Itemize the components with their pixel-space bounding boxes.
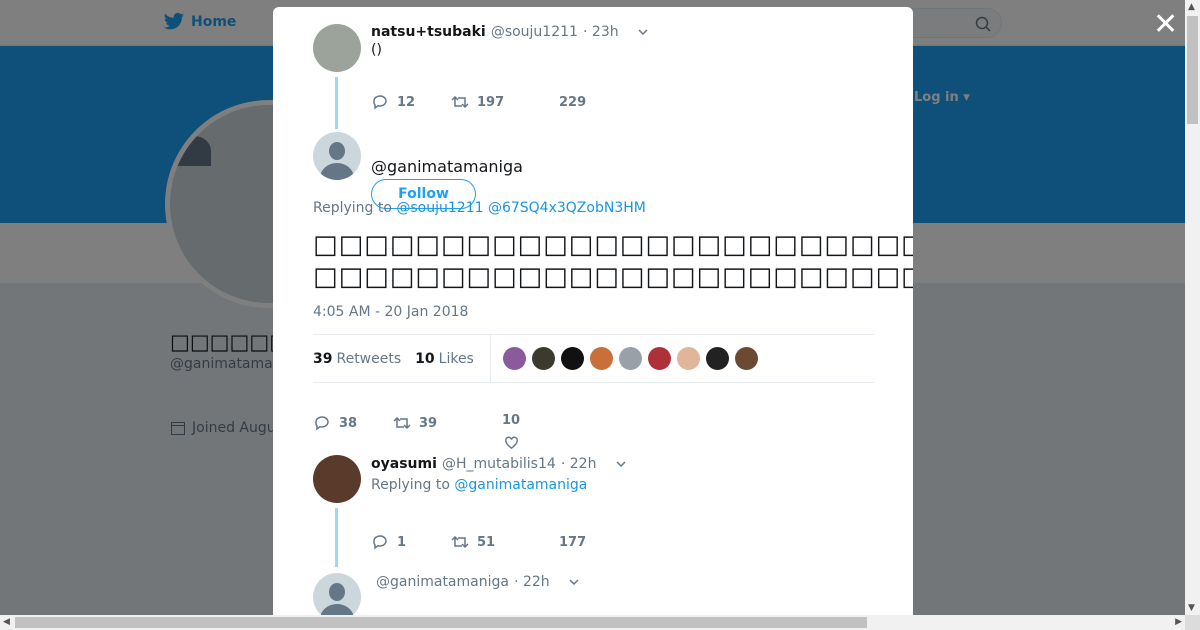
chevron-down-icon[interactable] xyxy=(569,577,579,587)
retweet-stat[interactable]: 39 Retweets xyxy=(313,351,401,367)
retweet-button[interactable]: 197 xyxy=(451,93,559,111)
retweet-stat-label: Retweets xyxy=(336,350,402,367)
liker-avatar[interactable] xyxy=(589,347,613,370)
replying-to: Replying to @ganimatamaniga xyxy=(371,477,587,493)
horizontal-scrollbar[interactable]: ◀ ▶ xyxy=(0,615,1185,630)
like-button[interactable]: 229 xyxy=(559,95,586,110)
retweet-button[interactable]: 39 xyxy=(393,414,502,432)
replying-handles[interactable]: @ganimatamaniga xyxy=(454,477,587,493)
scroll-right-arrow[interactable]: ▶ xyxy=(1175,617,1182,627)
close-icon[interactable]: ✕ xyxy=(1153,10,1178,40)
reply-icon xyxy=(315,416,329,431)
thread-line xyxy=(335,508,338,567)
replying-handles[interactable]: @souju1211 @67SQ4x3QZobN3HM xyxy=(396,200,645,216)
tweet-time[interactable]: · 23h xyxy=(583,24,619,40)
scroll-up-arrow[interactable]: ▲ xyxy=(1188,2,1195,12)
author-handle[interactable]: @H_mutabilis14 xyxy=(442,456,556,472)
reply-button[interactable]: 38 xyxy=(313,414,393,432)
tweet-time[interactable]: · 22h xyxy=(514,574,550,590)
like-count: 177 xyxy=(559,534,587,550)
main-tweet-handle[interactable]: @ganimatamaniga xyxy=(371,157,523,176)
author-name[interactable]: natsu+tsubaki xyxy=(371,24,486,40)
tweet-header: @ganimatamaniga · 22h xyxy=(376,571,579,590)
main-text-line: □□□□□□□□□□□□□□□□□□□□□□□□□□□□□□□□□□□□□□□□… xyxy=(313,230,913,260)
main-tweet-text: □□□□□□□□□□□□□□□□□□□□□□□ □□□□□□□□□□□□□□□□□… xyxy=(313,229,913,293)
liker-avatar[interactable] xyxy=(560,347,584,370)
replying-to: Replying to @souju1211 @67SQ4x3QZobN3HM xyxy=(313,200,646,216)
like-count: 229 xyxy=(559,94,587,110)
chevron-down-icon[interactable] xyxy=(638,27,648,37)
reply-button[interactable]: 1 xyxy=(371,533,451,551)
reply-count: 12 xyxy=(397,94,416,110)
scroll-left-arrow[interactable]: ◀ xyxy=(3,617,10,627)
tweet-header: oyasumi @H_mutabilis14 · 22h xyxy=(371,453,626,472)
retweet-button[interactable]: 51 xyxy=(451,533,559,551)
avatar[interactable] xyxy=(313,24,361,72)
liker-avatar[interactable] xyxy=(676,347,700,370)
liker-avatar[interactable] xyxy=(705,347,729,370)
chevron-down-icon[interactable] xyxy=(616,459,626,469)
retweet-count: 39 xyxy=(419,415,438,431)
scrollbar-thumb[interactable] xyxy=(1187,16,1198,124)
like-button[interactable]: 10 xyxy=(502,413,520,451)
liker-avatar[interactable] xyxy=(531,347,555,370)
reply-icon xyxy=(373,535,387,550)
tweet-actions: 1 51 177 xyxy=(371,533,586,551)
reply-count: 38 xyxy=(339,415,358,431)
like-stat[interactable]: 10 Likes xyxy=(415,351,474,367)
reply-icon xyxy=(373,95,387,110)
like-count: 10 xyxy=(502,413,521,428)
like-stat-count: 10 xyxy=(415,350,435,367)
like-button[interactable]: 177 xyxy=(559,535,586,550)
tweet-timestamp[interactable]: 4:05 AM - 20 Jan 2018 xyxy=(313,304,468,320)
stats-divider xyxy=(489,334,491,383)
avatar[interactable] xyxy=(313,573,361,621)
tweet-time[interactable]: · 22h xyxy=(561,456,597,472)
tweet-header: natsu+tsubaki @souju1211 · 23h xyxy=(371,21,648,40)
avatar[interactable] xyxy=(313,132,361,180)
tweet-actions: 12 197 229 xyxy=(371,93,586,111)
scroll-down-arrow[interactable]: ▼ xyxy=(1188,603,1195,613)
tweet-text: () xyxy=(371,42,382,58)
liker-avatar[interactable] xyxy=(502,347,526,370)
retweet-icon xyxy=(451,95,469,109)
reply-button[interactable]: 12 xyxy=(371,93,451,111)
retweet-count: 197 xyxy=(477,94,505,110)
like-stat-label: Likes xyxy=(438,350,474,367)
retweet-count: 51 xyxy=(477,534,496,550)
liker-avatar[interactable] xyxy=(734,347,758,370)
replying-prefix: Replying to xyxy=(313,200,392,216)
scrollbar-thumb[interactable] xyxy=(15,617,867,628)
tweet-stats: 39 Retweets 10 Likes xyxy=(313,334,874,383)
retweet-stat-count: 39 xyxy=(313,350,333,367)
reply-count: 1 xyxy=(397,534,407,550)
replying-prefix: Replying to xyxy=(371,477,450,493)
liker-avatar[interactable] xyxy=(618,347,642,370)
tweet-permalink-modal: natsu+tsubaki @souju1211 · 23h () 12 197… xyxy=(273,7,913,622)
scrollbar-corner xyxy=(1185,615,1200,630)
author-handle[interactable]: @ganimatamaniga xyxy=(376,574,509,590)
retweet-icon xyxy=(451,535,469,549)
retweet-icon xyxy=(393,416,411,430)
author-name[interactable]: oyasumi xyxy=(371,456,437,472)
liker-avatar[interactable] xyxy=(647,347,671,370)
liker-avatars xyxy=(502,347,764,370)
vertical-scrollbar[interactable]: ▲ ▼ xyxy=(1185,0,1200,615)
author-handle[interactable]: @souju1211 xyxy=(491,24,578,40)
heart-icon xyxy=(504,436,518,450)
main-text-line: □□□□□□□□□□□□□□□□□□□□□□□□□□□□□□□□□□□□□□□□… xyxy=(313,262,913,292)
avatar[interactable] xyxy=(313,455,361,503)
main-tweet-actions: 38 39 10 xyxy=(313,395,520,451)
thread-line xyxy=(335,77,338,129)
